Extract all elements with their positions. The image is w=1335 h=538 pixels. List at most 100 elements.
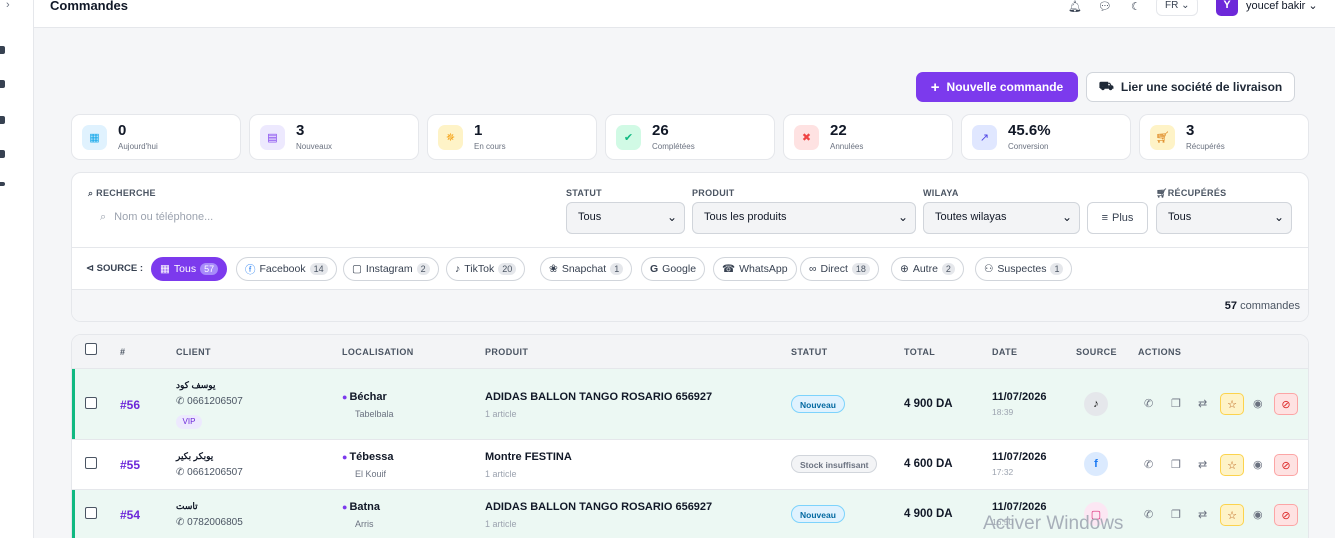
truck-icon: ⛟ [1098,79,1114,93]
language-selector[interactable]: FR ⌄ [1156,0,1198,16]
stat-card-conversion[interactable]: ↗ 45.6% Conversion [961,114,1131,160]
sidebar-nav-icon[interactable] [0,46,5,54]
grid-icon: ▦ [160,263,170,275]
bell-icon[interactable]: 🔔︎ [1068,0,1082,13]
search-input[interactable]: ⌕ Nom ou téléphone... [88,206,558,230]
avatar[interactable]: Y [1216,0,1238,16]
stat-card-recovered[interactable]: 🛒︎ 3 Récupérés [1139,114,1309,160]
produit-label: PRODUIT [692,188,735,198]
phone-icon[interactable]: ✆ [1144,508,1153,521]
copy-icon[interactable]: ❐ [1171,508,1181,521]
phone-icon[interactable]: ✆ [1144,458,1153,471]
sidebar-nav-icon[interactable] [0,116,5,124]
link-icon: ∞ [809,263,817,275]
statut-select[interactable]: Tous ⌄ [566,202,685,234]
sidebar-nav-icon[interactable] [0,80,5,88]
globe-icon: ⊕ [900,263,909,275]
plus-icon: + [930,78,940,96]
chip-label: Google [662,263,697,275]
chevron-down-icon: ⌄ [666,210,677,224]
chip-count: 20 [498,263,517,275]
star-icon[interactable]: ☆ [1220,393,1244,415]
link-delivery-button[interactable]: ⛟ Lier une société de livraison [1086,72,1295,102]
stat-card-completed[interactable]: ✔ 26 Complétées [605,114,775,160]
source-chip-suspectes[interactable]: ⚇ Suspectes 1 [975,257,1073,281]
search-placeholder: Nom ou téléphone... [114,211,214,223]
swap-icon[interactable]: ⇄ [1198,458,1207,471]
swap-icon[interactable]: ⇄ [1198,508,1207,521]
swap-icon[interactable]: ⇄ [1198,397,1207,410]
source-label-text: SOURCE : [96,263,144,274]
robot-icon: ⚇ [984,263,994,275]
stat-card-today[interactable]: ▦ 0 Aujourd'hui [71,114,241,160]
sidebar-nav-icon[interactable] [0,150,5,158]
client-phone: ✆ 0661206507 [176,467,243,478]
new-order-button[interactable]: + Nouvelle commande [916,72,1078,102]
client-name: تاست [176,501,198,511]
eye-icon[interactable]: ◉ [1253,458,1263,471]
eye-icon[interactable]: ◉ [1253,508,1263,521]
select-all-checkbox[interactable] [85,343,97,355]
sidebar-collapse-icon[interactable]: › [6,0,10,11]
ban-icon[interactable]: ⊘ [1274,393,1298,415]
ban-icon[interactable]: ⊘ [1274,454,1298,476]
moon-icon[interactable]: ☾ [1131,0,1141,13]
source-chip-snapchat[interactable]: ❀ Snapchat 1 [540,257,633,281]
source-chip-direct[interactable]: ∞ Direct 18 [800,257,879,281]
stat-card-new[interactable]: ▤ 3 Nouveaux [249,114,419,160]
source-chip-google[interactable]: G Google [641,257,706,281]
chat-icon[interactable]: 💬︎ [1098,0,1112,13]
produit-value: Tous les produits [704,211,787,223]
table-row[interactable]: #55 يوبكر بكير ✆ 0661206507 ● Tébessa El … [72,440,1308,490]
more-filters-button[interactable]: ≡ Plus [1087,202,1148,234]
star-icon[interactable]: ☆ [1220,454,1244,476]
produit-select[interactable]: Tous les produits ⌄ [692,202,916,234]
row-checkbox[interactable] [85,397,97,409]
order-id[interactable]: #56 [120,398,140,412]
star-icon[interactable]: ☆ [1220,504,1244,526]
row-checkbox[interactable] [85,507,97,519]
results-count-suffix: commandes [1240,300,1300,312]
client-phone: ✆ 0661206507 [176,396,243,407]
source-chip-tiktok[interactable]: ♪ TikTok 20 [446,257,526,281]
stat-card-in-progress[interactable]: ✵ 1 En cours [427,114,597,160]
wilaya-select[interactable]: Toutes wilayas ⌄ [923,202,1080,234]
ban-icon[interactable]: ⊘ [1274,504,1298,526]
top-bar: Commandes 🔔︎ 💬︎ ☾ FR ⌄ Y youcef bakir ⌄ [34,0,1335,28]
source-chip-autre[interactable]: ⊕ Autre 2 [891,257,964,281]
table-row[interactable]: #56 يوسف كود ✆ 0661206507 VIP ● Béchar Ta… [72,369,1308,440]
phone-icon: ✆ [176,396,185,407]
facebook-icon: f [1084,452,1108,476]
source-chip-tous[interactable]: ▦ Tous 57 [151,257,228,281]
source-chip-whatsapp[interactable]: ☎ WhatsApp [713,257,797,281]
user-menu[interactable]: youcef bakir ⌄ [1246,0,1318,12]
chip-count: 14 [309,263,328,275]
stat-label: Annulées [830,142,864,151]
chip-label: Snapchat [561,263,607,275]
city-name: Béchar [349,391,387,403]
status-badge[interactable]: Nouveau [791,395,845,413]
copy-icon[interactable]: ❐ [1171,458,1181,471]
status-badge[interactable]: Nouveau [791,505,845,523]
product-name: Montre FESTINA [485,451,572,463]
client-phone-number: 0661206507 [187,467,243,478]
row-checkbox[interactable] [85,457,97,469]
recuperes-value: Tous [1168,211,1192,223]
order-id[interactable]: #55 [120,458,140,472]
recuperes-select[interactable]: Tous ⌄ [1156,202,1292,234]
order-id[interactable]: #54 [120,508,140,522]
page-title: Commandes [50,0,129,13]
status-badge[interactable]: Stock insuffisant [791,455,878,473]
pin-icon: ● [342,452,348,462]
source-chip-instagram[interactable]: ▢ Instagram 2 [343,257,439,281]
copy-icon[interactable]: ❐ [1171,397,1181,410]
phone-icon[interactable]: ✆ [1144,397,1153,410]
stat-card-cancelled[interactable]: ✖ 22 Annulées [783,114,953,160]
sidebar-nav-icon[interactable] [0,182,5,186]
chevron-down-icon: ⌄ [1181,0,1190,11]
results-count-bar: 57 commandes [72,289,1308,321]
source-chip-facebook[interactable]: ⓕ Facebook 14 [236,257,337,281]
eye-icon[interactable]: ◉ [1253,397,1263,410]
col-header-date: DATE [992,347,1018,357]
article-count: 1 article [485,469,517,479]
